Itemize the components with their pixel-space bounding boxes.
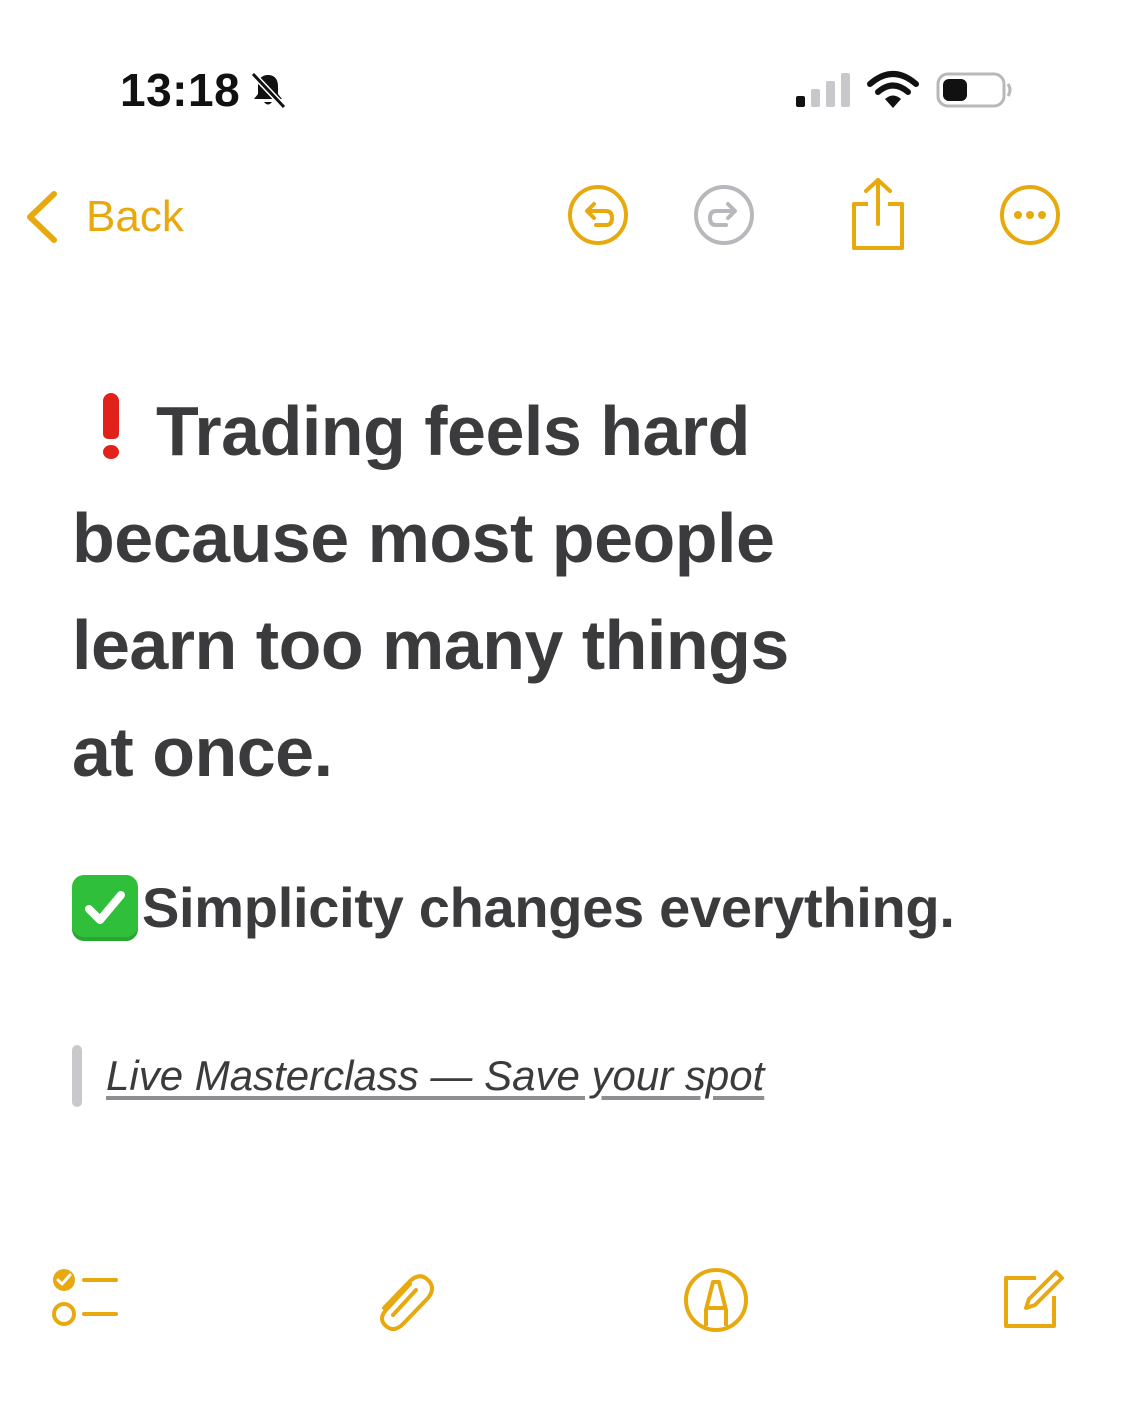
- status-time: 13:18: [120, 64, 241, 116]
- note-subline: Simplicity changes everything.: [72, 868, 955, 948]
- nav-bar: Back: [0, 170, 1122, 265]
- headline-line: because most people: [72, 499, 775, 577]
- chevron-left-icon: [27, 191, 57, 243]
- subline-text: Simplicity changes everything.: [142, 876, 955, 939]
- wifi-icon: [867, 71, 919, 108]
- checklist-icon[interactable]: [48, 1264, 120, 1336]
- masterclass-link[interactable]: Live Masterclass — Save your spot: [106, 1052, 764, 1100]
- battery-icon: [936, 72, 1012, 108]
- status-bar: 13:18: [0, 0, 1122, 150]
- share-icon[interactable]: [846, 176, 910, 252]
- headline-line: Trading feels hard: [72, 378, 1072, 485]
- back-button[interactable]: Back: [22, 186, 184, 248]
- bell-slash-icon: [250, 71, 287, 110]
- note-body[interactable]: Trading feels hard because most people l…: [72, 378, 1072, 806]
- paperclip-icon[interactable]: [366, 1264, 438, 1336]
- compose-icon[interactable]: [996, 1264, 1068, 1336]
- undo-icon[interactable]: [566, 183, 630, 247]
- headline-line: learn too many things: [72, 606, 789, 684]
- quote-block: Live Masterclass — Save your spot: [72, 1044, 764, 1108]
- note-headline: Trading feels hard because most people l…: [72, 378, 1072, 806]
- headline-line: at once.: [72, 713, 333, 791]
- back-label: Back: [86, 192, 184, 241]
- cellular-signal-icon: [796, 73, 850, 107]
- green-check-icon: [72, 875, 138, 941]
- more-icon[interactable]: [998, 183, 1062, 247]
- markup-pen-icon[interactable]: [680, 1264, 752, 1336]
- red-exclamation-icon: [96, 393, 126, 459]
- quote-bar: [72, 1045, 82, 1107]
- redo-icon[interactable]: [692, 183, 756, 247]
